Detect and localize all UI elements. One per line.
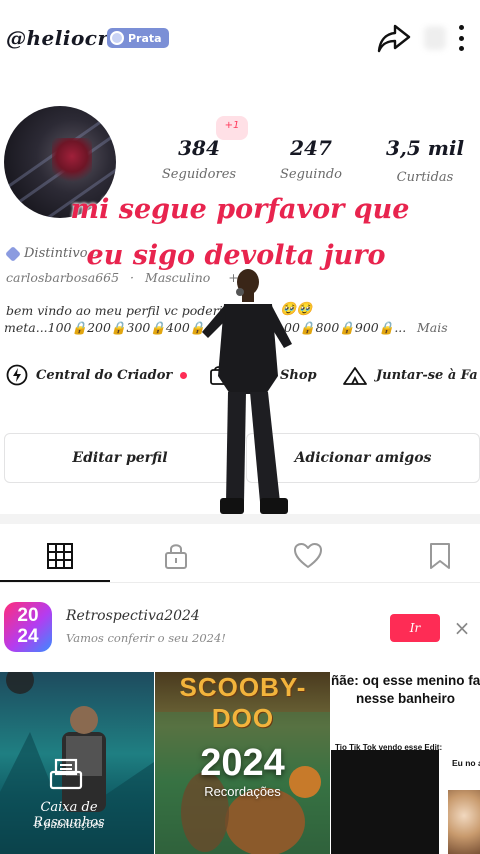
meme-video-frame (331, 750, 439, 854)
join-fan-club-label: Juntar-se à Fa (376, 367, 478, 383)
more-options-button[interactable] (452, 22, 470, 54)
drafts-count: 6 publicações (34, 820, 104, 831)
overlay-caption-line-2: eu sigo devolta juro (86, 240, 386, 271)
person-sticker (202, 269, 292, 514)
retrospective-logo[interactable]: 20 24 (4, 602, 52, 652)
meme-caption: ñãe: oq esse menino faz nesse banheiro (331, 672, 480, 708)
dot (458, 25, 464, 30)
close-icon[interactable]: × (452, 617, 472, 639)
likes-count[interactable]: 3,5 mil (370, 136, 480, 160)
tab-separator (0, 582, 480, 583)
heart-icon (294, 543, 322, 568)
tent-icon (343, 367, 367, 385)
share-button[interactable] (376, 20, 412, 56)
dot (458, 46, 464, 51)
share-icon (377, 24, 411, 53)
meme-cat-image (448, 790, 480, 854)
overlay-caption-line-1: mi segue porfavor que (70, 194, 410, 225)
bookmark-icon (430, 543, 450, 569)
grid-icon (47, 543, 73, 569)
meme-caption-line-2: nesse banheiro (355, 691, 456, 706)
badge-label: Prata (128, 31, 162, 45)
join-fan-club-link[interactable]: Juntar-se à Fa (342, 364, 478, 386)
section-divider (0, 514, 480, 524)
badge-icon (110, 31, 124, 45)
lightning-icon (6, 364, 28, 386)
edit-profile-label: Editar perfil (72, 450, 168, 466)
meta-separator: · (130, 270, 135, 285)
scooby-title: SCOOBY-DOO (179, 672, 307, 733)
following-label[interactable]: Seguindo (256, 167, 366, 182)
retrospective-go-button[interactable]: Ir (390, 614, 440, 642)
tab-videos[interactable] (0, 530, 120, 582)
tab-saved[interactable] (380, 530, 480, 582)
dot (458, 35, 464, 41)
meme-side-caption: Eu no assist (452, 758, 480, 768)
tab-liked[interactable] (248, 530, 368, 582)
meme-caption-line-1: ñãe: oq esse menino faz (331, 673, 480, 688)
creator-center-link[interactable]: Central do Criador (6, 364, 188, 386)
bio-line-2-tail: 00🔒800🔒900🔒... (284, 320, 407, 335)
drafts-icon (49, 758, 83, 790)
add-friends-label: Adicionar amigos (294, 450, 432, 466)
memories-label: Recordações (204, 784, 281, 799)
tab-private[interactable] (116, 530, 236, 582)
blurred-icon (424, 26, 446, 50)
creator-center-label: Central do Criador (36, 367, 173, 383)
lock-icon (165, 544, 187, 569)
retrospective-title[interactable]: Retrospectiva2024 (66, 608, 200, 624)
go-button-label: Ir (409, 621, 421, 635)
meta-handle: carlosbarbosa665 (6, 270, 120, 285)
following-count[interactable]: 247 (256, 136, 366, 160)
likes-label[interactable]: Curtidas (370, 170, 480, 185)
bio-more-link[interactable]: Mais (417, 320, 448, 335)
silver-badge[interactable]: Prata (107, 28, 169, 48)
followers-count[interactable]: 384 (144, 136, 254, 160)
logo-line-2: 24 (17, 626, 39, 647)
memories-year: 2024 (200, 742, 285, 784)
retrospective-subtitle: Vamos conferir o seu 2024! (66, 631, 226, 645)
avatar-figure (52, 138, 92, 184)
followers-label[interactable]: Seguidores (144, 167, 254, 182)
bio-line-2: meta...100🔒200🔒300🔒400🔒 (4, 320, 206, 335)
notification-dot (180, 371, 188, 379)
logo-line-1: 20 (17, 605, 39, 626)
